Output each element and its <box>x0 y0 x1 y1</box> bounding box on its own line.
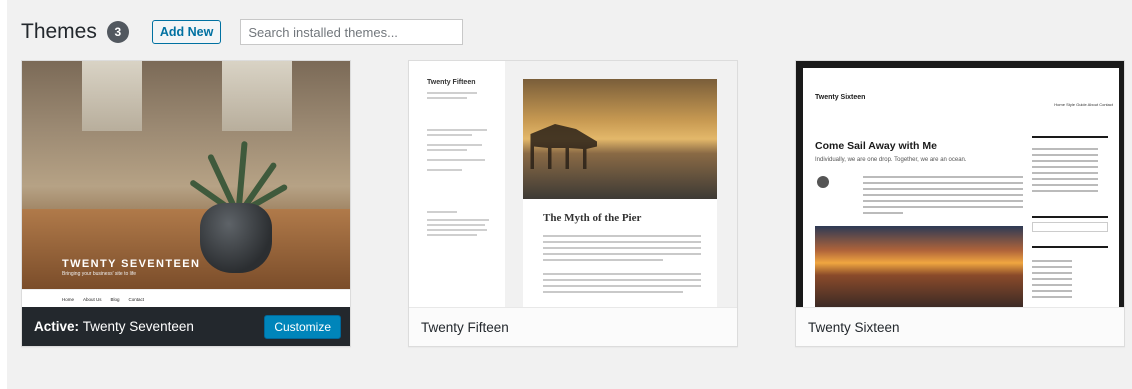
text-line <box>1032 290 1072 292</box>
page-title: Themes <box>21 20 97 43</box>
text-line <box>427 129 487 131</box>
active-label: Active: <box>34 319 80 334</box>
theme-name-bar: Active: Twenty Seventeen Customize <box>22 307 350 346</box>
text-line <box>427 219 489 221</box>
preview-site-title: TWENTY SEVENTEEN <box>62 258 201 270</box>
preview-nav-item: Blog <box>110 296 120 302</box>
left-edge <box>0 0 7 389</box>
theme-screenshot[interactable]: Twenty Sixteen Home Style Guide About Co… <box>796 61 1124 308</box>
sidebar-rule <box>1032 246 1108 248</box>
text-line <box>863 194 1023 196</box>
text-line <box>543 279 701 281</box>
theme-screenshot[interactable]: TWENTY SEVENTEEN Bringing your business'… <box>22 61 350 308</box>
preview-site-title: Twenty Fifteen <box>427 79 476 86</box>
sidebar-rule <box>1032 136 1108 138</box>
text-line <box>427 169 462 171</box>
preview-main: The Myth of the Pier <box>505 61 737 308</box>
text-line <box>543 241 701 243</box>
text-line <box>1032 184 1098 186</box>
add-new-button[interactable]: Add New <box>151 20 222 44</box>
preview-site-title: Twenty Sixteen <box>815 94 866 101</box>
text-line <box>1032 160 1098 162</box>
text-line <box>1032 266 1072 268</box>
theme-name-bar: Twenty Sixteen <box>796 307 1124 346</box>
preview-nav-item: Home <box>62 296 75 302</box>
preview-table <box>22 209 350 289</box>
text-line <box>427 92 477 94</box>
text-line <box>1032 272 1072 274</box>
text-line <box>863 176 1023 178</box>
preview-page: Twenty Sixteen Home Style Guide About Co… <box>803 68 1119 308</box>
preview-tagline: Bringing your business' site to life <box>62 271 137 277</box>
text-line <box>1032 284 1072 286</box>
preview-post-image <box>523 79 717 199</box>
text-line <box>427 97 467 99</box>
text-line <box>427 144 482 146</box>
text-line <box>427 224 485 226</box>
text-line <box>863 188 1023 190</box>
text-line <box>427 234 477 236</box>
preview-sidebar: Twenty Fifteen <box>409 61 505 308</box>
text-line <box>863 212 903 214</box>
theme-name: Twenty Sixteen <box>808 319 900 335</box>
text-line <box>427 159 485 161</box>
theme-count-badge: 3 <box>106 21 129 43</box>
preview-window <box>82 61 142 131</box>
text-line <box>543 285 701 287</box>
theme-card-twenty-seventeen[interactable]: TWENTY SEVENTEEN Bringing your business'… <box>21 60 351 347</box>
text-line <box>1032 190 1098 192</box>
preview-search-box <box>1032 222 1108 232</box>
theme-name: Twenty Seventeen <box>82 319 194 334</box>
text-line <box>863 206 1023 208</box>
theme-card-twenty-fifteen[interactable]: Twenty Fifteen The Myth of the Pier Twen… <box>408 60 738 347</box>
preview-subhead: Individually, we are one drop. Together,… <box>815 157 967 163</box>
text-line <box>543 291 683 293</box>
text-line <box>1032 178 1098 180</box>
text-line <box>1032 296 1072 298</box>
text-line <box>543 273 701 275</box>
text-line <box>1032 154 1098 156</box>
preview-headline: Come Sail Away with Me <box>815 140 937 152</box>
preview-nav: Home Style Guide About Contact <box>1054 102 1113 107</box>
text-line <box>543 247 701 249</box>
preview-window <box>222 61 292 131</box>
customize-button[interactable]: Customize <box>264 315 341 339</box>
text-line <box>543 259 663 261</box>
search-themes-input[interactable]: Search installed themes... <box>240 19 464 45</box>
text-line <box>543 253 701 255</box>
text-line <box>427 134 472 136</box>
text-line <box>427 211 457 213</box>
preview-post-title: The Myth of the Pier <box>543 212 642 224</box>
text-line <box>1032 166 1098 168</box>
author-avatar <box>817 176 829 188</box>
text-line <box>1032 172 1098 174</box>
preview-post-image <box>815 226 1023 308</box>
theme-name-bar: Twenty Fifteen <box>409 307 737 346</box>
text-line <box>1032 278 1072 280</box>
preview-nav-item: About Us <box>83 296 102 302</box>
text-line <box>863 182 1023 184</box>
text-line <box>427 149 467 151</box>
preview-post-card: The Myth of the Pier <box>523 79 717 308</box>
plant-pot <box>200 203 272 273</box>
theme-name: Twenty Fifteen <box>421 319 509 335</box>
theme-screenshot[interactable]: Twenty Fifteen The Myth of the Pier <box>409 61 737 308</box>
text-line <box>1032 260 1072 262</box>
preview-nav: Home About Us Blog Contact <box>22 289 350 308</box>
text-line <box>863 200 1023 202</box>
text-line <box>543 235 701 237</box>
theme-card-twenty-sixteen[interactable]: Twenty Sixteen Home Style Guide About Co… <box>795 60 1125 347</box>
themes-header: Themes 3 Add New Search installed themes… <box>21 18 464 46</box>
sidebar-rule <box>1032 216 1108 218</box>
text-line <box>1032 148 1098 150</box>
preview-nav-item: Contact <box>128 296 145 302</box>
text-line <box>427 229 487 231</box>
pier-shape <box>530 124 597 169</box>
